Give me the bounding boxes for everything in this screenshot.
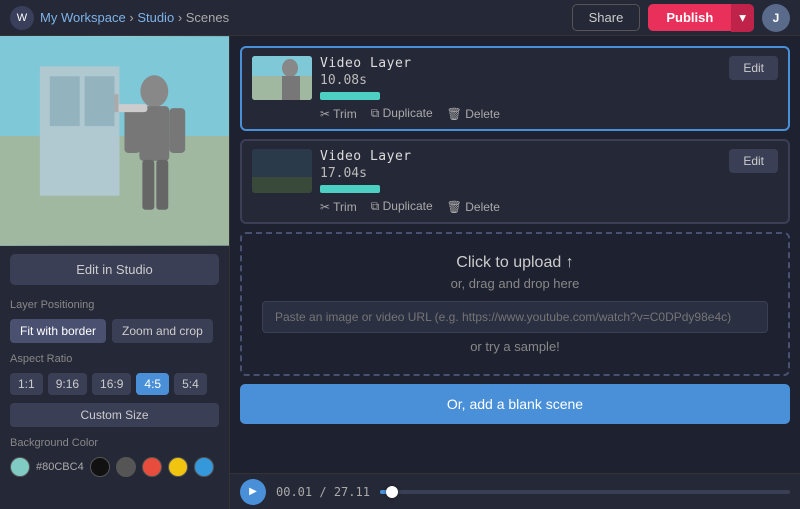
layer-positioning-label: Layer Positioning — [0, 295, 229, 315]
edit-video-1-button[interactable]: Edit — [729, 56, 778, 80]
url-input[interactable] — [262, 301, 768, 333]
left-panel: Edit in Studio Layer Positioning Fit wit… — [0, 36, 230, 509]
workspace-logo: W — [10, 6, 34, 30]
timeline-handle[interactable] — [386, 486, 398, 498]
trim-action-1[interactable]: ✂ Trim — [320, 107, 357, 121]
upload-title: Click to upload ↑ — [262, 254, 768, 272]
video-info-1: Video Layer 10.08s — [320, 56, 721, 100]
video-card-1: Video Layer 10.08s Edit ✂ Trim ⧉ Duplica… — [240, 46, 790, 131]
aspect-ratio-label: Aspect Ratio — [0, 349, 229, 369]
main-content: Edit in Studio Layer Positioning Fit wit… — [0, 36, 800, 509]
video-info-2: Video Layer 17.04s — [320, 149, 721, 193]
video-card-2-top: Video Layer 17.04s Edit — [252, 149, 778, 193]
color-hex-label: #80CBC4 — [36, 461, 84, 473]
preview-svg — [0, 36, 229, 246]
video-actions-1: ✂ Trim ⧉ Duplicate 🗑 Delete — [252, 106, 778, 121]
video-duration-2: 17.04s — [320, 166, 721, 181]
upload-icon: ↑ — [566, 254, 574, 271]
edit-studio-button[interactable]: Edit in Studio — [10, 254, 219, 285]
color-swatch-black[interactable] — [90, 457, 110, 477]
bg-color-label: Background Color — [0, 433, 229, 453]
nav-right: Share Publish ▾ J — [572, 4, 790, 32]
upload-subtitle: or, drag and drop here — [262, 276, 768, 291]
ar-16-9[interactable]: 16:9 — [92, 373, 131, 395]
user-avatar[interactable]: J — [762, 4, 790, 32]
delete-action-2[interactable]: 🗑 Delete — [447, 200, 500, 214]
video-title-2: Video Layer — [320, 149, 721, 164]
aspect-ratio-row: 1:1 9:16 16:9 4:5 5:4 — [0, 369, 229, 399]
publish-button[interactable]: Publish — [648, 4, 731, 31]
color-swatch-yellow[interactable] — [168, 457, 188, 477]
color-swatch-blue[interactable] — [194, 457, 214, 477]
add-blank-scene-button[interactable]: Or, add a blank scene — [240, 384, 790, 424]
video-thumb-1 — [252, 56, 312, 100]
video-card-2: Video Layer 17.04s Edit ✂ Trim ⧉ Duplica… — [240, 139, 790, 224]
time-display: 00.01 / 27.11 — [276, 485, 370, 499]
scenes-text: Scenes — [186, 10, 229, 25]
try-sample-text: or try a sample! — [262, 339, 768, 354]
publish-dropdown-button[interactable]: ▾ — [731, 4, 754, 32]
nav-left: W My Workspace › Studio › Scenes — [10, 6, 229, 30]
color-swatch-teal[interactable] — [10, 457, 30, 477]
breadcrumb: My Workspace › Studio › Scenes — [40, 10, 229, 25]
top-nav: W My Workspace › Studio › Scenes Share P… — [0, 0, 800, 36]
ar-1-1[interactable]: 1:1 — [10, 373, 43, 395]
ar-9-16[interactable]: 9:16 — [48, 373, 87, 395]
upload-area[interactable]: Click to upload ↑ or, drag and drop here… — [240, 232, 790, 376]
right-panel: Video Layer 10.08s Edit ✂ Trim ⧉ Duplica… — [230, 36, 800, 509]
preview-inner — [0, 36, 229, 246]
ar-5-4[interactable]: 5:4 — [174, 373, 207, 395]
video-card-1-top: Video Layer 10.08s Edit — [252, 56, 778, 100]
video-title-1: Video Layer — [320, 56, 721, 71]
layer-pos-buttons: Fit with border Zoom and crop — [0, 315, 229, 347]
color-swatch-red[interactable] — [142, 457, 162, 477]
fit-with-border-button[interactable]: Fit with border — [10, 319, 106, 343]
edit-video-2-button[interactable]: Edit — [729, 149, 778, 173]
video-thumb-2 — [252, 149, 312, 193]
video-duration-1: 10.08s — [320, 73, 721, 88]
studio-link[interactable]: Studio — [137, 10, 174, 25]
timeline-bar[interactable] — [380, 490, 790, 494]
publish-group: Publish ▾ — [648, 4, 754, 32]
zoom-crop-button[interactable]: Zoom and crop — [112, 319, 213, 343]
share-button[interactable]: Share — [572, 4, 641, 31]
workspace-link[interactable]: My Workspace — [40, 10, 126, 25]
ar-4-5[interactable]: 4:5 — [136, 373, 169, 395]
preview-image — [0, 36, 229, 246]
play-button[interactable]: ▶ — [240, 479, 266, 505]
duplicate-action-1[interactable]: ⧉ Duplicate — [371, 106, 433, 121]
custom-size-button[interactable]: Custom Size — [10, 403, 219, 427]
duplicate-action-2[interactable]: ⧉ Duplicate — [371, 199, 433, 214]
video-color-bar-1 — [320, 92, 380, 100]
bg-color-row: #80CBC4 — [0, 453, 229, 481]
video-color-bar-2 — [320, 185, 380, 193]
trim-action-2[interactable]: ✂ Trim — [320, 200, 357, 214]
color-swatch-gray[interactable] — [116, 457, 136, 477]
delete-action-1[interactable]: 🗑 Delete — [447, 107, 500, 121]
bottom-bar: ▶ 00.01 / 27.11 — [230, 473, 800, 509]
video-actions-2: ✂ Trim ⧉ Duplicate 🗑 Delete — [252, 199, 778, 214]
